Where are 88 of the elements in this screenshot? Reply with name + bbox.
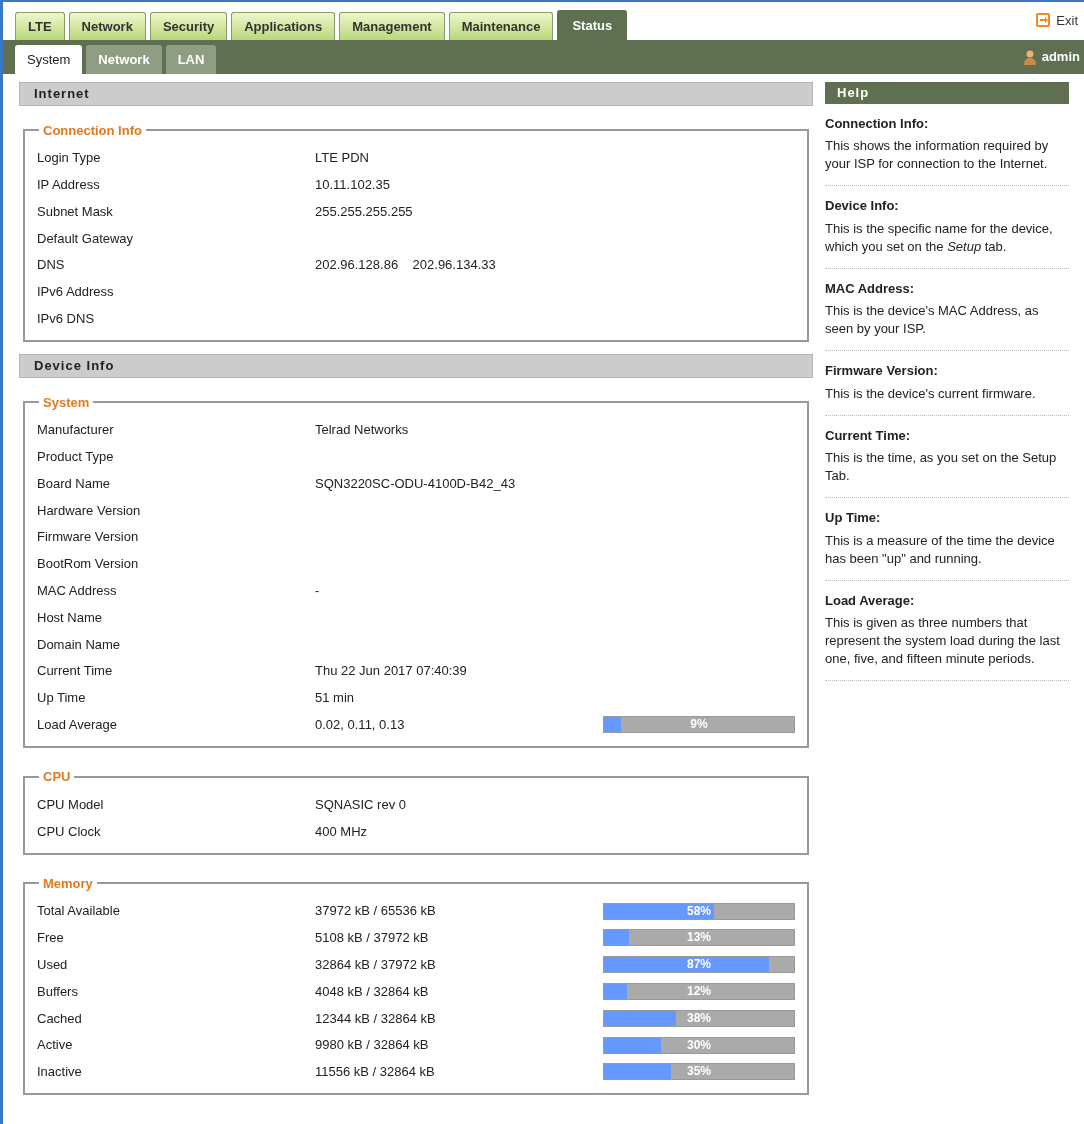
nav-tab[interactable]: Maintenance — [448, 11, 554, 40]
help-heading: Current Time: — [825, 426, 911, 445]
field-value: 51 min — [315, 689, 356, 708]
field-value: 10.11.102.35 — [315, 175, 391, 194]
nav-tab[interactable]: Management — [339, 11, 445, 40]
field-label: Login Type — [37, 149, 102, 168]
field-label: Cached — [37, 1009, 83, 1028]
percent-label: 9% — [689, 717, 709, 733]
field-value: 4048 kB / 32864 kB — [315, 982, 430, 1001]
field-value: 0.02, 0.11, 0.13 — [315, 716, 406, 734]
field-label: Load Average — [37, 716, 118, 734]
help-text: This is the device's MAC Address, as seen by your ISP. — [825, 302, 1040, 338]
field-label: Firmware Version — [37, 528, 140, 547]
percent-label: 87% — [686, 957, 712, 973]
field-label: IPv6 DNS — [37, 309, 96, 328]
field-label: Active — [37, 1036, 74, 1055]
field-label: Total Available — [37, 902, 121, 921]
section-header: Device Info — [19, 354, 813, 378]
field-label: Used — [37, 955, 69, 974]
field-label: MAC Address — [37, 582, 118, 600]
help-text: This shows the information required by your ISP for connection to the Internet. — [825, 137, 1050, 173]
help-heading: Up Time: — [825, 509, 882, 527]
field-label: Product Type — [37, 448, 115, 466]
field-value: 400 MHz — [315, 822, 369, 841]
field-value: - — [315, 582, 321, 600]
field-value: 5108 kB / 37972 kB — [315, 929, 430, 948]
field-value: 11556 kB / 32864 kB — [315, 1063, 436, 1082]
help-header: Help — [825, 82, 1069, 104]
field-label: Up Time — [37, 689, 87, 708]
field-value: Telrad Networks — [315, 421, 410, 440]
percent-label: 12% — [686, 984, 712, 999]
group-legend: System — [39, 395, 94, 409]
field-label: Subnet Mask — [37, 202, 114, 221]
help-text: This is the specific name for the device, which you set on the Setup tab. — [825, 219, 1054, 256]
user-name: admin — [1041, 48, 1080, 67]
section-header: Internet — [19, 82, 813, 106]
nav-tab[interactable]: Network — [68, 11, 146, 40]
help-text: This is a measure of the time the device has been "up" and running. — [825, 531, 1056, 568]
nav-tab[interactable]: Applications — [231, 11, 336, 40]
exit-icon — [1035, 12, 1052, 29]
field-value: LTE PDN — [315, 149, 370, 168]
help-heading: Load Average: — [825, 591, 916, 610]
help-heading: MAC Address: — [825, 279, 916, 298]
nav-tab[interactable]: Security — [149, 11, 228, 40]
field-label: Board Name — [37, 474, 111, 493]
field-label: IPv6 Address — [37, 283, 115, 302]
field-value: 12344 kB / 32864 kB — [315, 1009, 437, 1028]
field-value: 37972 kB / 65536 kB — [315, 902, 437, 921]
field-label: Domain Name — [37, 635, 122, 654]
field-label: DNS — [37, 256, 66, 275]
field-label: Current Time — [37, 662, 114, 681]
field-label: Inactive — [37, 1063, 83, 1082]
field-value: 202.96.128.86 202.96.134.33 — [315, 256, 497, 275]
percent-label: 38% — [686, 1010, 712, 1026]
help-heading: Device Info: — [825, 197, 900, 215]
field-value: SQNASIC rev 0 — [315, 795, 408, 814]
help-heading: Firmware Version: — [825, 362, 939, 380]
field-label: Buffers — [37, 982, 79, 1001]
group-legend: Memory — [39, 876, 97, 890]
field-label: CPU Model — [37, 795, 105, 814]
percent-label: 58% — [686, 903, 712, 919]
sub-tab[interactable]: System — [15, 44, 83, 74]
field-value: 9980 kB / 32864 kB — [315, 1036, 430, 1055]
field-label: BootRom Version — [37, 555, 140, 574]
user-icon — [1023, 49, 1036, 65]
field-value: SQN3220SC-ODU-4100D-B42_43 — [315, 474, 517, 493]
group-legend: CPU — [39, 770, 75, 784]
field-value: 255.255.255.255 — [315, 202, 414, 221]
field-label: Hardware Version — [37, 501, 142, 520]
field-label: CPU Clock — [37, 822, 102, 841]
percent-label: 13% — [686, 930, 712, 946]
field-label: Manufacturer — [37, 421, 115, 440]
help-text: This is the time, as you set on the Setup Tab. — [825, 449, 1058, 485]
nav-tab[interactable]: LTE — [15, 11, 65, 40]
field-value: 32864 kB / 37972 kB — [315, 955, 437, 974]
field-label: Free — [37, 929, 65, 948]
percent-label: 35% — [686, 1064, 712, 1080]
field-label: IP Address — [37, 175, 101, 194]
field-label: Default Gateway — [37, 229, 135, 248]
exit-link[interactable]: Exit — [1035, 10, 1078, 30]
help-text: This is the device's current firmware. — [825, 384, 1037, 403]
group-legend: Connection Info — [39, 123, 146, 137]
field-value: Thu 22 Jun 2017 07:40:39 — [315, 662, 468, 681]
field-label: Host Name — [37, 608, 104, 627]
percent-label: 30% — [686, 1037, 712, 1053]
help-text: This is given as three numbers that represent the system load during the last one, five, and fifteen minute periods. — [825, 614, 1061, 668]
nav-tab[interactable]: Status — [557, 9, 628, 40]
help-heading: Connection Info: — [825, 114, 930, 133]
